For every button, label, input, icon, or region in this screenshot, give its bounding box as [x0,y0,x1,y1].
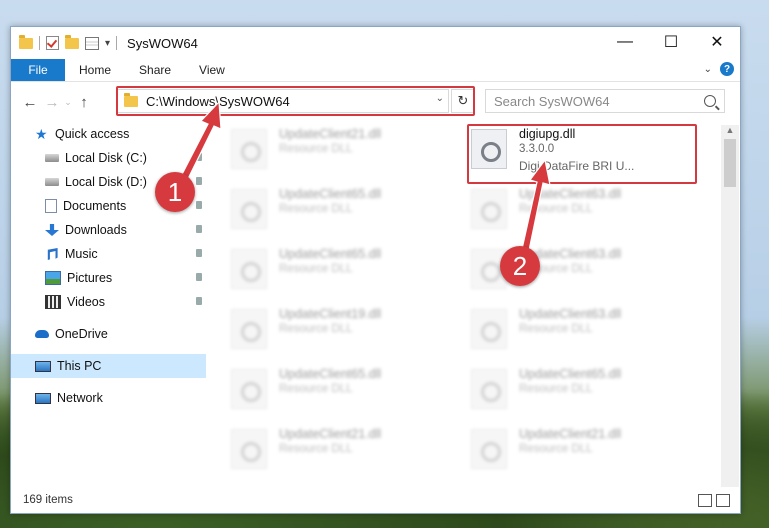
step-badge-2: 2 [500,246,540,286]
step-badge-1: 1 [155,172,195,212]
arrow-to-file [519,158,551,261]
annotation-arrows [175,100,551,261]
